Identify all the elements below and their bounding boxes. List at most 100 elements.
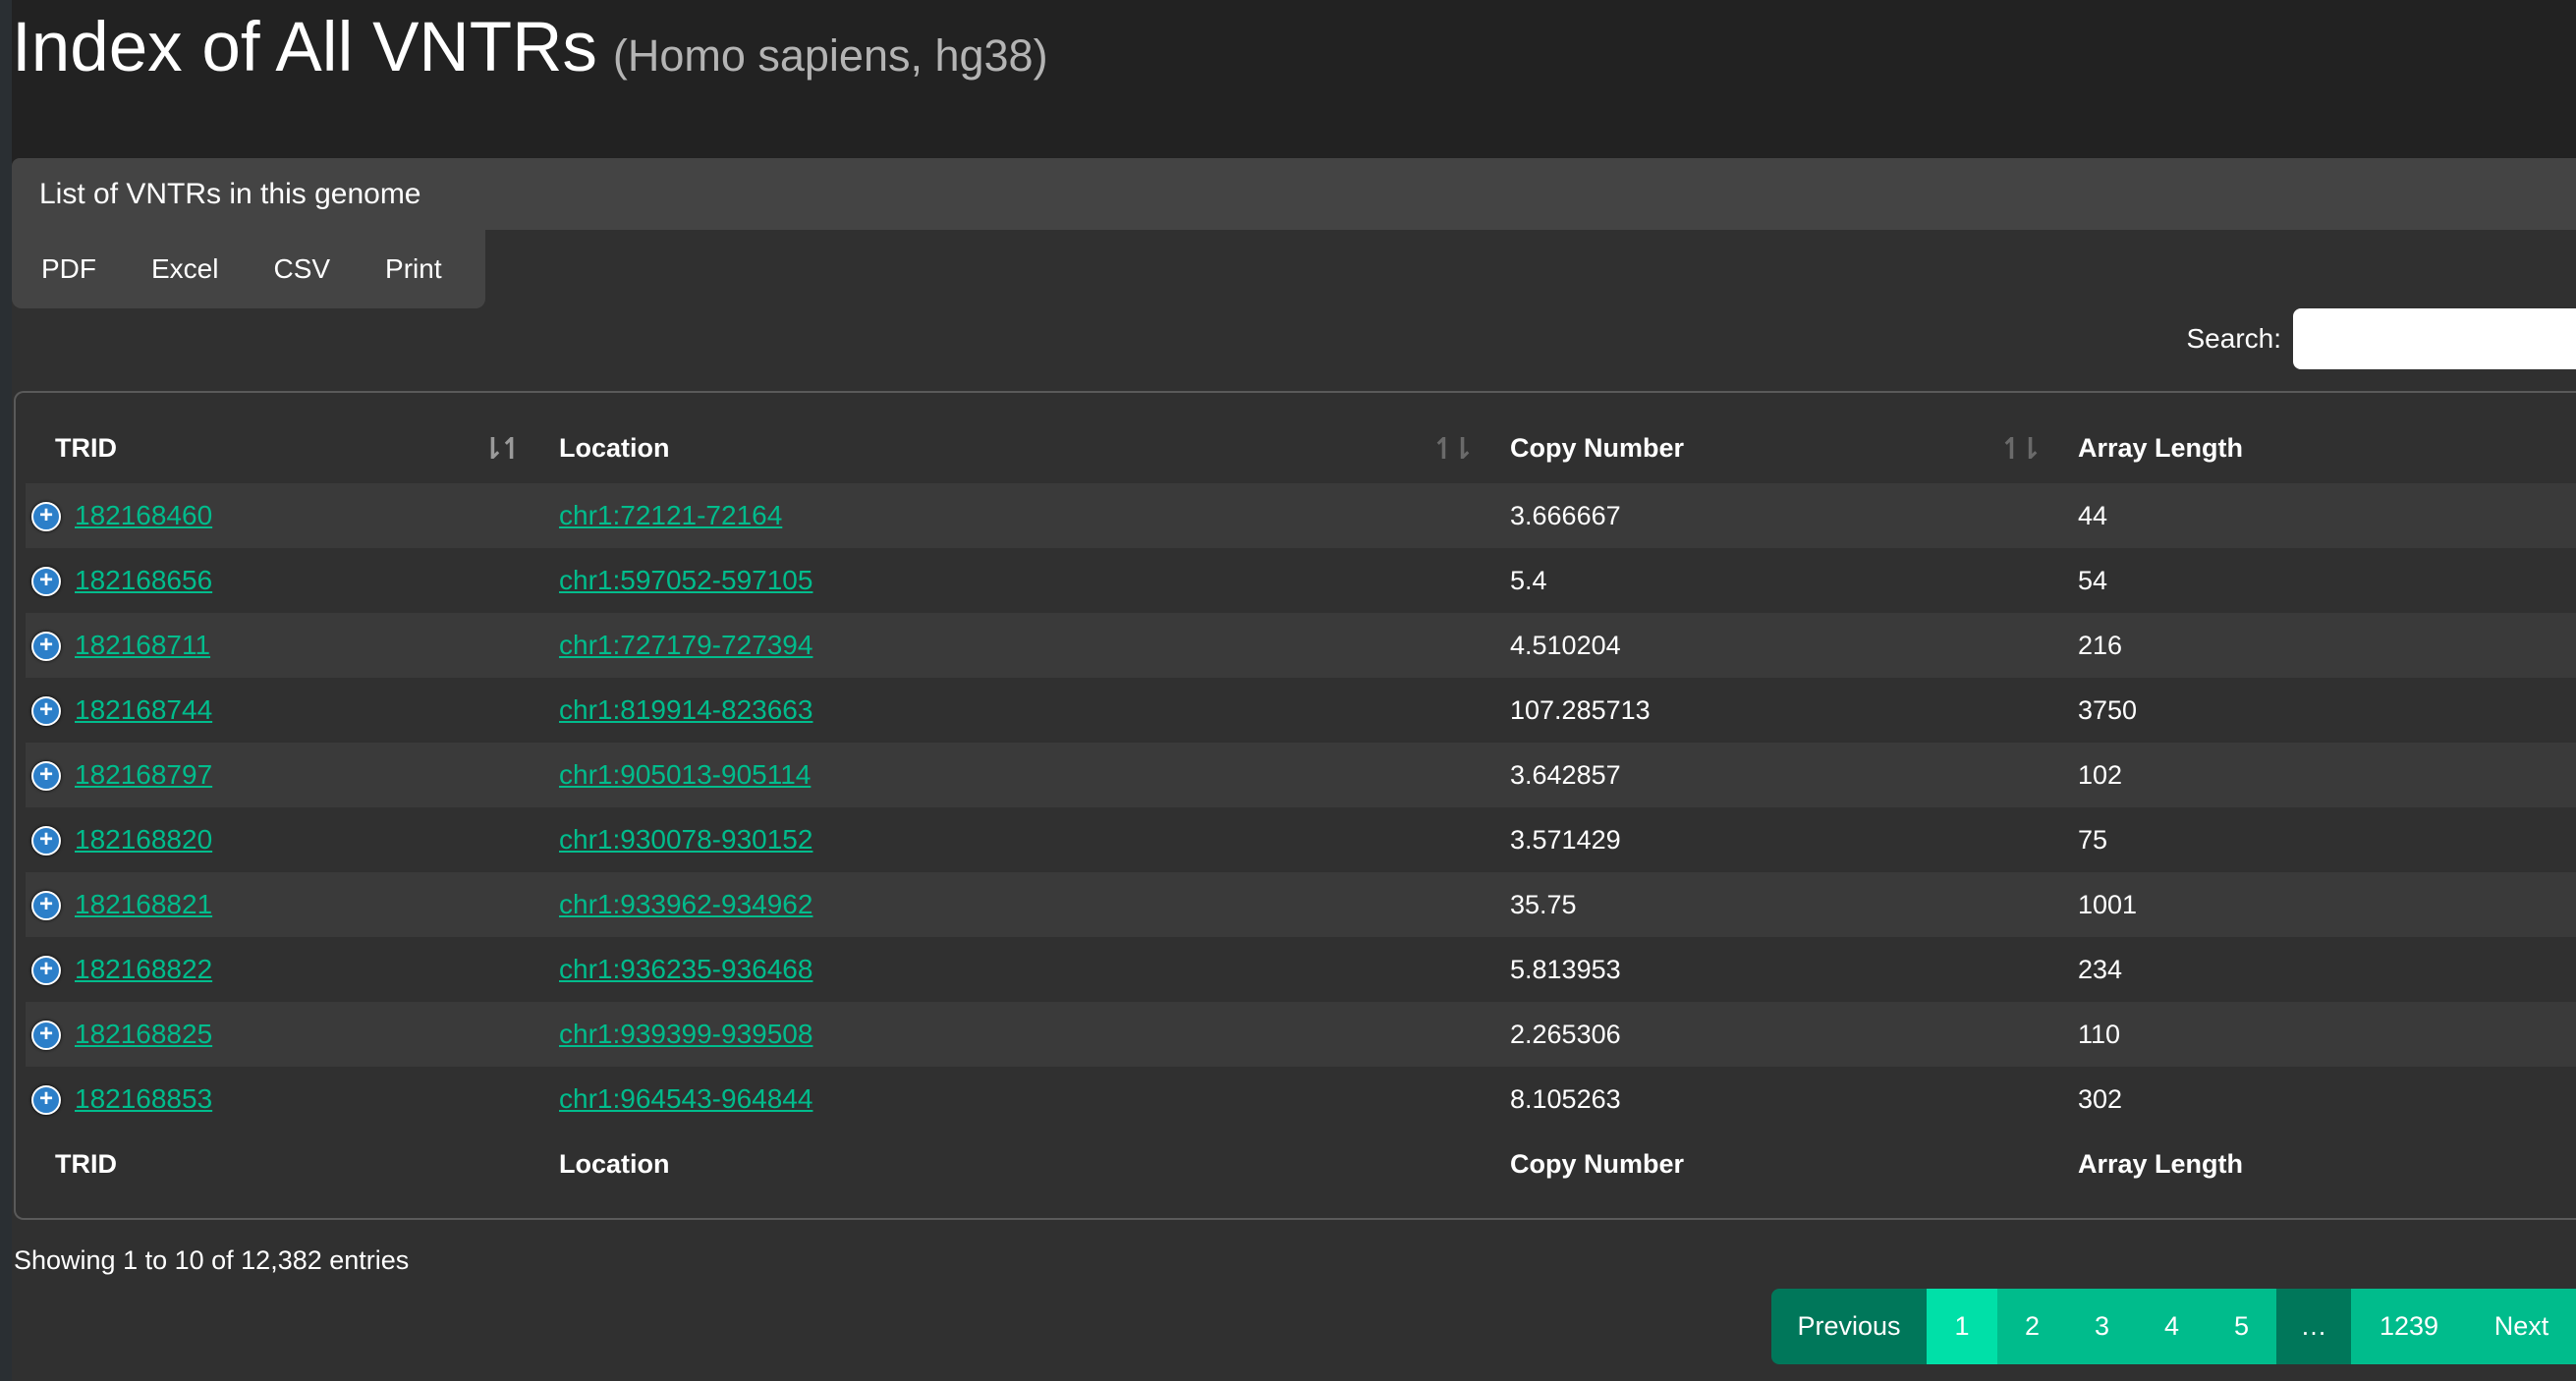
column-header-array-length[interactable]: Array Length — [2050, 413, 2576, 483]
cell-location: chr1:819914-823663 — [532, 678, 1483, 743]
cell-trid: +182168460 — [26, 483, 532, 548]
trid-link[interactable]: 182168820 — [75, 824, 212, 855]
sort-both-icon: ↿⇂ — [1430, 433, 1475, 466]
pdf-button[interactable]: PDF — [28, 230, 124, 308]
table-row: +182168460 chr1:72121-72164 3.666667 44 — [26, 483, 2576, 548]
trid-link[interactable]: 182168460 — [75, 500, 212, 530]
previous-page-button[interactable]: Previous — [1771, 1289, 1927, 1364]
expand-row-icon[interactable]: + — [31, 696, 61, 727]
sort-ascending-icon: ⇂↿ — [479, 433, 524, 466]
expand-row-icon[interactable]: + — [31, 956, 61, 986]
table-body: +182168460 chr1:72121-72164 3.666667 44 +182… — [26, 483, 2576, 1132]
cell-copy-number: 3.642857 — [1510, 759, 1621, 790]
cell-array-length: 3750 — [2078, 694, 2138, 725]
cell-array-length: 54 — [2078, 565, 2108, 595]
page-button-4[interactable]: 4 — [2137, 1289, 2207, 1364]
table-row: +182168656 chr1:597052-597105 5.4 54 — [26, 548, 2576, 613]
cell-array-length: 102 — [2078, 759, 2123, 790]
expand-row-icon[interactable]: + — [31, 632, 61, 662]
location-link[interactable]: chr1:72121-72164 — [559, 500, 782, 530]
expand-row-icon[interactable]: + — [31, 761, 61, 792]
cell-location: chr1:930078-930152 — [532, 807, 1483, 872]
cell-trid: +182168711 — [26, 613, 532, 678]
cell-array-length: 234 — [2078, 954, 2123, 984]
cell-trid: +182168821 — [26, 872, 532, 937]
table-row: +182168711 chr1:727179-727394 4.510204 216 — [26, 613, 2576, 678]
location-link[interactable]: chr1:727179-727394 — [559, 630, 812, 660]
column-header-copy-number[interactable]: Copy Number ↿⇂ — [1483, 413, 2050, 483]
trid-link[interactable]: 182168821 — [75, 889, 212, 919]
page-button-last[interactable]: 1239 — [2351, 1289, 2467, 1364]
page-button-2[interactable]: 2 — [1997, 1289, 2067, 1364]
expand-row-icon[interactable]: + — [31, 567, 61, 597]
excel-button[interactable]: Excel — [124, 230, 246, 308]
trid-link[interactable]: 182168825 — [75, 1019, 212, 1049]
cell-location: chr1:936235-936468 — [532, 937, 1483, 1002]
cell-location: chr1:939399-939508 — [532, 1002, 1483, 1067]
column-header-trid[interactable]: TRID ⇂↿ — [26, 413, 532, 483]
page-header: Index of All VNTRs (Homo sapiens, hg38) — [12, 8, 1048, 106]
page-button-1[interactable]: 1 — [1927, 1289, 1997, 1364]
trid-link[interactable]: 182168711 — [75, 630, 210, 660]
location-link[interactable]: chr1:905013-905114 — [559, 759, 811, 790]
table-footer-row: TRID Location Copy Number Array Length — [26, 1132, 2576, 1196]
expand-row-icon[interactable]: + — [31, 891, 61, 921]
location-link[interactable]: chr1:933962-934962 — [559, 889, 812, 919]
page-button-3[interactable]: 3 — [2067, 1289, 2137, 1364]
expand-row-icon[interactable]: + — [31, 502, 61, 532]
cell-copy-number: 3.666667 — [1510, 500, 1621, 530]
print-button[interactable]: Print — [358, 230, 470, 308]
expand-row-icon[interactable]: + — [31, 1085, 61, 1116]
trid-link[interactable]: 182168797 — [75, 759, 212, 790]
table-header-row: TRID ⇂↿ Location ↿⇂ Copy Number ↿⇂ Array… — [26, 413, 2576, 483]
page-button-5[interactable]: 5 — [2207, 1289, 2276, 1364]
cell-location: chr1:597052-597105 — [532, 548, 1483, 613]
location-link[interactable]: chr1:597052-597105 — [559, 565, 812, 595]
trid-link[interactable]: 182168744 — [75, 694, 212, 725]
location-link[interactable]: chr1:939399-939508 — [559, 1019, 812, 1049]
cell-copy-number: 5.813953 — [1510, 954, 1621, 984]
next-page-button[interactable]: Next — [2467, 1289, 2576, 1364]
export-button-group: PDF Excel CSV Print — [12, 230, 485, 308]
cell-copy-number: 3.571429 — [1510, 824, 1621, 855]
cell-copy-number: 5.4 — [1510, 565, 1547, 595]
csv-button[interactable]: CSV — [246, 230, 358, 308]
trid-link[interactable]: 182168822 — [75, 954, 212, 984]
expand-row-icon[interactable]: + — [31, 826, 61, 856]
pagination-ellipsis: … — [2276, 1289, 2351, 1364]
cell-trid: +182168853 — [26, 1067, 532, 1132]
location-link[interactable]: chr1:819914-823663 — [559, 694, 812, 725]
location-link[interactable]: chr1:964543-964844 — [559, 1083, 812, 1114]
cell-array-length: 75 — [2078, 824, 2108, 855]
cell-location: chr1:905013-905114 — [532, 743, 1483, 807]
left-border-strip — [0, 0, 12, 1381]
cell-copy-number: 35.75 — [1510, 889, 1577, 919]
location-link[interactable]: chr1:936235-936468 — [559, 954, 812, 984]
cell-array-length: 216 — [2078, 630, 2123, 660]
cell-array-length: 302 — [2078, 1083, 2123, 1114]
pagination: Previous 1 2 3 4 5 … 1239 Next — [1771, 1289, 2576, 1364]
cell-trid: +182168820 — [26, 807, 532, 872]
table-row: +182168822 chr1:936235-936468 5.813953 234 — [26, 937, 2576, 1002]
page-title: Index of All VNTRs — [12, 9, 597, 86]
expand-row-icon[interactable]: + — [31, 1021, 61, 1051]
page: Index of All VNTRs (Homo sapiens, hg38) … — [0, 0, 2576, 1381]
panel-heading: List of VNTRs in this genome — [12, 158, 2576, 230]
trid-link[interactable]: 182168656 — [75, 565, 212, 595]
trid-link[interactable]: 182168853 — [75, 1083, 212, 1114]
column-header-location[interactable]: Location ↿⇂ — [532, 413, 1483, 483]
table-row: +182168797 chr1:905013-905114 3.642857 102 — [26, 743, 2576, 807]
search-input[interactable] — [2293, 308, 2576, 369]
table-row: +182168820 chr1:930078-930152 3.571429 75 — [26, 807, 2576, 872]
table-info-text: Showing 1 to 10 of 12,382 entries — [14, 1245, 410, 1275]
cell-array-length: 110 — [2078, 1019, 2121, 1049]
cell-trid: +182168825 — [26, 1002, 532, 1067]
cell-copy-number: 4.510204 — [1510, 630, 1621, 660]
cell-location: chr1:964543-964844 — [532, 1067, 1483, 1132]
location-link[interactable]: chr1:930078-930152 — [559, 824, 812, 855]
table-row: +182168821 chr1:933962-934962 35.75 1001 — [26, 872, 2576, 937]
search-label: Search: — [2186, 323, 2282, 354]
column-header-label: Array Length — [2078, 432, 2244, 463]
cell-trid: +182168797 — [26, 743, 532, 807]
cell-location: chr1:72121-72164 — [532, 483, 1483, 548]
